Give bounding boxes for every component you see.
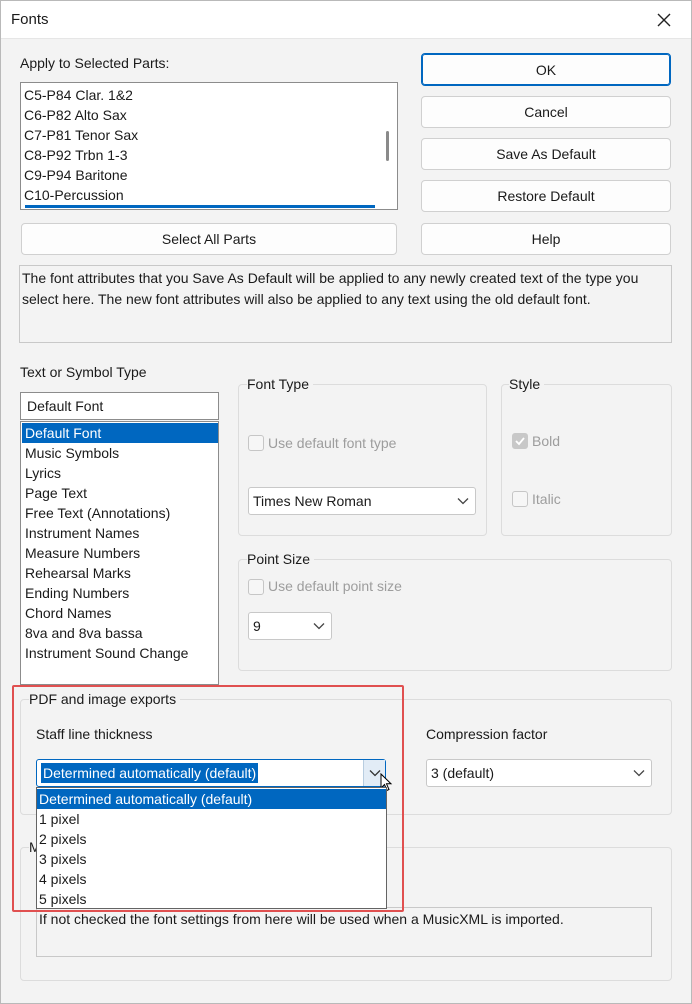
use-default-font-type-checkbox[interactable] — [248, 435, 264, 451]
checkmark-icon — [515, 437, 525, 446]
bold-checkbox[interactable] — [512, 433, 528, 449]
parts-list-item[interactable]: C5-P84 Clar. 1&2 — [21, 85, 377, 105]
parts-list-item[interactable]: C7-P81 Tenor Sax — [21, 125, 377, 145]
text-type-list-item[interactable]: Instrument Sound Change — [22, 643, 218, 663]
font-name-value: Times New Roman — [253, 493, 372, 509]
title-bar: Fonts — [1, 1, 691, 39]
text-type-list-item[interactable]: Page Text — [22, 483, 218, 503]
close-icon — [657, 13, 671, 27]
point-size-title: Point Size — [247, 551, 315, 567]
info-text: The font attributes that you Save As Def… — [19, 265, 672, 343]
italic-checkbox[interactable] — [512, 491, 528, 507]
fonts-dialog: Fonts Apply to Selected Parts: C5-P84 Cl… — [0, 0, 692, 1004]
bold-label: Bold — [532, 433, 561, 449]
parts-scrollbar-thumb[interactable] — [386, 131, 389, 161]
text-type-list-item[interactable]: Rehearsal Marks — [22, 563, 218, 583]
use-default-point-size-label: Use default point size — [268, 578, 402, 594]
select-all-parts-button[interactable]: Select All Parts — [21, 223, 397, 255]
use-default-font-type-label: Use default font type — [268, 435, 397, 451]
cancel-button[interactable]: Cancel — [421, 96, 671, 128]
chevron-down-icon — [457, 498, 469, 505]
parts-list-item[interactable]: C8-P92 Trbn 1-3 — [21, 145, 377, 165]
text-type-listbox[interactable]: Default Font Music Symbols Lyrics Page Text… — [20, 421, 219, 685]
use-default-point-size-checkbox[interactable] — [248, 579, 264, 595]
compression-value: 3 (default) — [431, 765, 495, 781]
highlight-annotation — [12, 685, 404, 912]
text-type-list-item[interactable]: Instrument Names — [22, 523, 218, 543]
text-type-list-item[interactable]: Lyrics — [22, 463, 218, 483]
point-size-select[interactable]: 9 — [248, 612, 332, 640]
compression-label: Compression factor — [426, 726, 548, 742]
text-type-list-item[interactable]: Ending Numbers — [22, 583, 218, 603]
text-type-list-item[interactable]: 8va and 8va bassa — [22, 623, 218, 643]
text-type-list-item[interactable]: Chord Names — [22, 603, 218, 623]
point-size-value: 9 — [253, 618, 261, 634]
font-name-select[interactable]: Times New Roman — [248, 487, 476, 515]
style-group — [501, 384, 672, 536]
chevron-down-icon — [633, 770, 645, 777]
chevron-down-icon — [313, 623, 325, 630]
save-as-default-button[interactable]: Save As Default — [421, 138, 671, 170]
font-type-title: Font Type — [247, 376, 314, 392]
parts-list-item[interactable]: C9-P94 Baritone — [21, 165, 377, 185]
parts-label: Apply to Selected Parts: — [20, 55, 170, 71]
text-type-current[interactable]: Default Font — [20, 392, 219, 420]
window-title: Fonts — [11, 11, 49, 28]
italic-label: Italic — [532, 491, 561, 507]
parts-list-item[interactable]: C6-P82 Alto Sax — [21, 105, 377, 125]
text-type-list-item[interactable]: Music Symbols — [22, 443, 218, 463]
close-button[interactable] — [651, 7, 677, 33]
musicxml-note: If not checked the font settings from he… — [36, 907, 652, 957]
parts-listbox[interactable]: C5-P84 Clar. 1&2 C6-P82 Alto Sax C7-P81 Te… — [20, 82, 398, 210]
text-type-list-item[interactable]: Free Text (Annotations) — [22, 503, 218, 523]
text-type-list-item[interactable]: Default Font — [22, 423, 218, 443]
compression-select[interactable]: 3 (default) — [426, 759, 652, 787]
parts-focus-indicator — [25, 205, 375, 208]
parts-list-item[interactable]: C10-Percussion — [21, 185, 377, 205]
ok-button[interactable]: OK — [421, 53, 671, 86]
help-button[interactable]: Help — [421, 223, 671, 255]
style-title: Style — [509, 376, 545, 392]
text-type-list-item[interactable]: Measure Numbers — [22, 543, 218, 563]
restore-default-button[interactable]: Restore Default — [421, 180, 671, 212]
text-type-label: Text or Symbol Type — [20, 364, 147, 380]
